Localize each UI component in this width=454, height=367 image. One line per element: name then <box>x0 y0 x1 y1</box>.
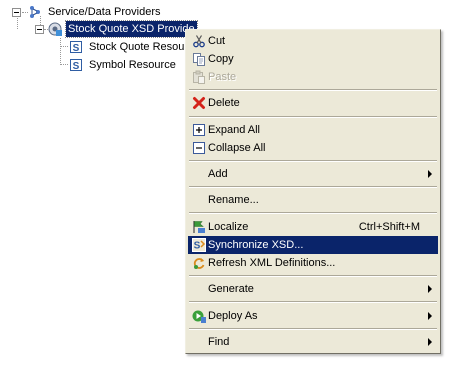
menu-separator <box>189 301 437 303</box>
scissors-icon <box>193 35 205 48</box>
tree-item-stock-quote-resource[interactable]: S Stock Quote Resourc <box>69 38 196 56</box>
menu-separator <box>189 186 437 188</box>
menu-item-collapse-all[interactable]: Collapse All <box>188 139 438 157</box>
schema-resource-icon: S <box>70 41 82 54</box>
tree-item-service-data-providers[interactable]: Service/Data Providers <box>12 3 163 21</box>
localize-flag-icon <box>193 221 205 233</box>
menu-separator <box>189 160 437 162</box>
menu-item-deploy-as[interactable]: Deploy As <box>188 307 438 325</box>
menu-separator <box>189 275 437 277</box>
red-x-icon <box>193 97 205 109</box>
menu-item-refresh-xml-definitions[interactable]: Refresh XML Definitions... <box>188 254 438 272</box>
menu-item-label: Add <box>208 168 228 180</box>
menu-separator <box>189 116 437 118</box>
refresh-icon <box>193 258 205 269</box>
menu-item-label: Deploy As <box>208 310 258 322</box>
menu-separator <box>189 89 437 91</box>
minus-box-icon <box>193 142 205 154</box>
collapse-toggle-icon[interactable] <box>12 7 21 17</box>
menu-item-add[interactable]: Add <box>188 165 438 183</box>
menu-item-synchronize-xsd[interactable]: S Synchronize XSD... <box>188 236 438 254</box>
menu-item-rename[interactable]: Rename... <box>188 191 438 209</box>
tree-item-stock-quote-xsd-provider[interactable]: Stock Quote XSD Provide <box>35 20 198 38</box>
submenu-arrow-icon <box>428 285 432 293</box>
menu-item-label: Cut <box>208 35 226 47</box>
menu-item-label: Delete <box>208 97 240 109</box>
menu-separator <box>189 212 437 214</box>
tree-item-symbol-resource[interactable]: S Symbol Resource <box>69 56 178 74</box>
menu-item-label: Generate <box>208 283 254 295</box>
tree-item-label: Symbol Resource <box>89 59 176 71</box>
provider-folder-icon <box>30 6 40 18</box>
menu-item-label: Collapse All <box>208 142 266 154</box>
xsd-provider-icon <box>48 22 62 36</box>
tree-line <box>60 64 68 65</box>
menu-separator <box>189 328 437 330</box>
menu-item-label: Localize <box>208 221 249 233</box>
plus-box-icon <box>193 124 205 136</box>
menu-item-label: Find <box>208 336 230 348</box>
schema-resource-icon: S <box>70 59 82 72</box>
submenu-arrow-icon <box>428 338 432 346</box>
menu-item-cut[interactable]: Cut <box>188 32 438 50</box>
menu-item-delete[interactable]: Delete <box>188 94 438 112</box>
tree-item-label: Stock Quote XSD Provide <box>65 20 198 38</box>
submenu-arrow-icon <box>428 312 432 320</box>
menu-item-localize[interactable]: Localize Ctrl+Shift+M <box>188 218 438 236</box>
menu-item-expand-all[interactable]: Expand All <box>188 121 438 139</box>
sync-xsd-icon: S <box>192 238 206 252</box>
svg-text:S: S <box>73 61 80 72</box>
menu-item-copy[interactable]: Copy <box>188 50 438 68</box>
tree-item-label: Stock Quote Resourc <box>89 41 194 53</box>
menu-item-label: Paste <box>208 71 237 83</box>
tree-line <box>60 38 61 65</box>
menu-item-label: Copy <box>208 53 234 65</box>
menu-item-find[interactable]: Find <box>188 333 438 351</box>
deploy-icon <box>192 310 206 323</box>
submenu-arrow-icon <box>428 170 432 178</box>
svg-text:S: S <box>73 43 80 54</box>
menu-item-shortcut: Ctrl+Shift+M <box>358 221 420 233</box>
tree-item-label: Service/Data Providers <box>48 6 161 18</box>
menu-item-label: Refresh XML Definitions... <box>208 257 336 269</box>
menu-item-label: Synchronize XSD... <box>208 239 304 251</box>
menu-item-label: Expand All <box>208 124 260 136</box>
menu-item-label: Rename... <box>208 194 259 206</box>
collapse-toggle-icon[interactable] <box>35 24 44 34</box>
copy-icon <box>193 53 205 66</box>
tree-line <box>60 46 68 47</box>
paste-icon <box>193 70 205 84</box>
context-menu: Cut Copy Paste Delete Expand All Collaps… <box>185 29 441 354</box>
menu-item-generate[interactable]: Generate <box>188 280 438 298</box>
menu-item-paste[interactable]: Paste <box>188 68 438 86</box>
svg-text:S: S <box>194 241 201 252</box>
